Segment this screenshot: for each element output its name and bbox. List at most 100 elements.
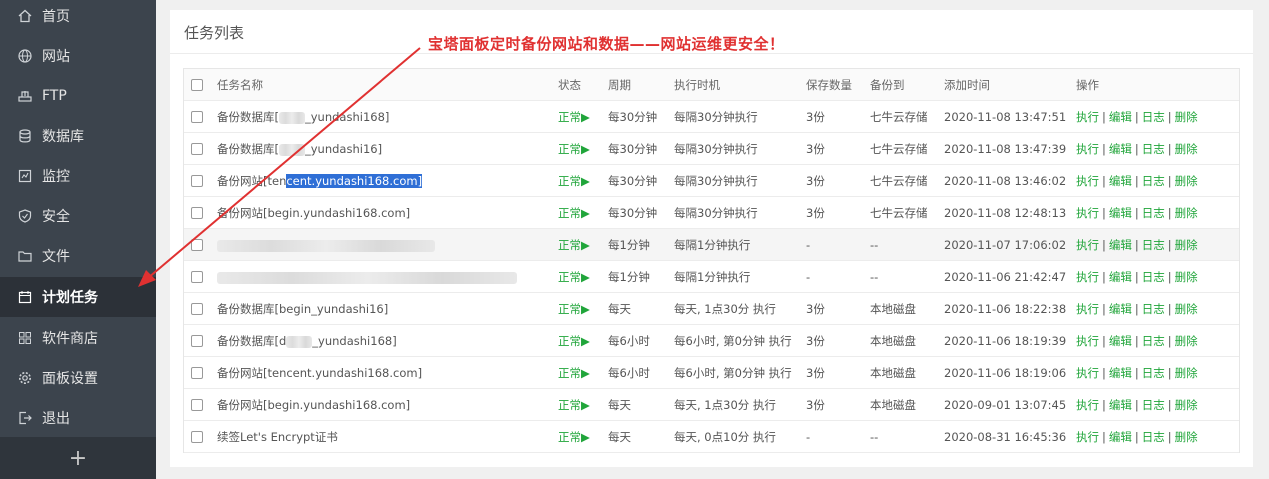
- delete-link[interactable]: 删除: [1175, 430, 1198, 444]
- delete-link[interactable]: 删除: [1175, 110, 1198, 124]
- log-link[interactable]: 日志: [1142, 110, 1165, 124]
- sidebar-item-home[interactable]: 首页: [0, 0, 156, 36]
- separator: |: [1102, 238, 1106, 252]
- task-status[interactable]: 正常▶: [558, 389, 604, 421]
- log-link[interactable]: 日志: [1142, 238, 1165, 252]
- task-status[interactable]: 正常▶: [558, 421, 604, 453]
- add-button[interactable]: +: [0, 437, 156, 479]
- table-row[interactable]: 备份网站[begin.yundashi168.com] 正常▶ 每天 每天, 1点30…: [184, 389, 1239, 421]
- task-cycle: 每天: [608, 302, 631, 316]
- log-link[interactable]: 日志: [1142, 366, 1165, 380]
- edit-link[interactable]: 编辑: [1109, 430, 1132, 444]
- separator: |: [1102, 334, 1106, 348]
- delete-link[interactable]: 删除: [1175, 238, 1198, 252]
- run-link[interactable]: 执行: [1076, 206, 1099, 220]
- table-row[interactable]: 备份数据库[_yundashi168] 正常▶ 每30分钟 每隔30分钟执行 3份 七牛云…: [184, 101, 1239, 133]
- log-link[interactable]: 日志: [1142, 206, 1165, 220]
- delete-link[interactable]: 删除: [1175, 174, 1198, 188]
- run-link[interactable]: 执行: [1076, 302, 1099, 316]
- sidebar-item-ftp[interactable]: FTP: [0, 76, 156, 116]
- row-checkbox[interactable]: [191, 431, 203, 443]
- table-row[interactable]: 正常▶ 每1分钟 每隔1分钟执行 - -- 2020-11-07 17:06:02 执行 | 编…: [184, 229, 1239, 261]
- table-row[interactable]: 备份数据库[_yundashi16] 正常▶ 每30分钟 每隔30分钟执行 3份 七牛云存…: [184, 133, 1239, 165]
- task-status[interactable]: 正常▶: [558, 261, 604, 293]
- task-status[interactable]: 正常▶: [558, 133, 604, 165]
- row-checkbox[interactable]: [191, 175, 203, 187]
- table-row[interactable]: 备份网站[tencent.yundashi168.com] 正常▶ 每30分钟 每隔3…: [184, 165, 1239, 197]
- task-status[interactable]: 正常▶: [558, 325, 604, 357]
- row-checkbox[interactable]: [191, 239, 203, 251]
- edit-link[interactable]: 编辑: [1109, 366, 1132, 380]
- sidebar-item-files[interactable]: 文件: [0, 236, 156, 276]
- select-all-checkbox[interactable]: [191, 79, 203, 91]
- delete-link[interactable]: 删除: [1175, 142, 1198, 156]
- task-status[interactable]: 正常▶: [558, 197, 604, 229]
- run-link[interactable]: 执行: [1076, 174, 1099, 188]
- task-table: 任务名称 状态 周期 执行时机 保存数量 备份到 添加时间 操作 备份数据库[_…: [183, 68, 1240, 453]
- task-status[interactable]: 正常▶: [558, 293, 604, 325]
- edit-link[interactable]: 编辑: [1109, 142, 1132, 156]
- task-status[interactable]: 正常▶: [558, 101, 604, 133]
- row-checkbox[interactable]: [191, 111, 203, 123]
- log-link[interactable]: 日志: [1142, 174, 1165, 188]
- sidebar-item-label: 首页: [42, 9, 70, 25]
- row-checkbox[interactable]: [191, 367, 203, 379]
- edit-link[interactable]: 编辑: [1109, 270, 1132, 284]
- sidebar-item-cron[interactable]: 计划任务: [0, 277, 156, 317]
- table-header: 任务名称 状态 周期 执行时机 保存数量 备份到 添加时间 操作: [184, 69, 1239, 101]
- separator: |: [1167, 334, 1172, 348]
- task-status[interactable]: 正常▶: [558, 357, 604, 389]
- row-checkbox[interactable]: [191, 303, 203, 315]
- delete-link[interactable]: 删除: [1175, 206, 1198, 220]
- run-link[interactable]: 执行: [1076, 430, 1099, 444]
- row-checkbox[interactable]: [191, 271, 203, 283]
- sidebar-item-database[interactable]: 数据库: [0, 116, 156, 156]
- delete-link[interactable]: 删除: [1175, 366, 1198, 380]
- delete-link[interactable]: 删除: [1175, 398, 1198, 412]
- log-link[interactable]: 日志: [1142, 430, 1165, 444]
- edit-link[interactable]: 编辑: [1109, 238, 1132, 252]
- sidebar-item-settings[interactable]: 面板设置: [0, 358, 156, 398]
- task-status[interactable]: 正常▶: [558, 165, 604, 197]
- edit-link[interactable]: 编辑: [1109, 302, 1132, 316]
- table-row[interactable]: 正常▶ 每1分钟 每隔1分钟执行 - -- 2020-11-06 21:42:47 执行 | 编…: [184, 261, 1239, 293]
- sidebar-item-logout[interactable]: 退出: [0, 398, 156, 438]
- edit-link[interactable]: 编辑: [1109, 110, 1132, 124]
- table-row[interactable]: 备份数据库[d _yundashi168] 正常▶ 每6小时 每6小时, 第0分钟 执行…: [184, 325, 1239, 357]
- table-row[interactable]: 备份数据库[begin_yundashi16] 正常▶ 每天 每天, 1点30分 执行…: [184, 293, 1239, 325]
- sidebar-item-website[interactable]: 网站: [0, 36, 156, 76]
- delete-link[interactable]: 删除: [1175, 302, 1198, 316]
- delete-link[interactable]: 删除: [1175, 334, 1198, 348]
- log-link[interactable]: 日志: [1142, 270, 1165, 284]
- sidebar-item-monitor[interactable]: 监控: [0, 156, 156, 196]
- row-checkbox[interactable]: [191, 143, 203, 155]
- table-row[interactable]: 备份网站[begin.yundashi168.com] 正常▶ 每30分钟 每隔30分…: [184, 197, 1239, 229]
- log-link[interactable]: 日志: [1142, 398, 1165, 412]
- table-row[interactable]: 续签Let's Encrypt证书 正常▶ 每天 每天, 0点10分 执行 - -- 202…: [184, 421, 1239, 453]
- sidebar-item-store[interactable]: 软件商店: [0, 318, 156, 358]
- sidebar-item-security[interactable]: 安全: [0, 196, 156, 236]
- edit-link[interactable]: 编辑: [1109, 334, 1132, 348]
- run-link[interactable]: 执行: [1076, 398, 1099, 412]
- run-link[interactable]: 执行: [1076, 334, 1099, 348]
- edit-link[interactable]: 编辑: [1109, 398, 1132, 412]
- run-link[interactable]: 执行: [1076, 110, 1099, 124]
- header-keep: 保存数量: [806, 78, 852, 92]
- log-link[interactable]: 日志: [1142, 302, 1165, 316]
- table-row[interactable]: 备份网站[tencent.yundashi168.com] 正常▶ 每6小时 每6小时…: [184, 357, 1239, 389]
- log-link[interactable]: 日志: [1142, 142, 1165, 156]
- row-checkbox[interactable]: [191, 207, 203, 219]
- log-link[interactable]: 日志: [1142, 334, 1165, 348]
- edit-link[interactable]: 编辑: [1109, 206, 1132, 220]
- task-status[interactable]: 正常▶: [558, 229, 604, 261]
- row-checkbox[interactable]: [191, 399, 203, 411]
- run-link[interactable]: 执行: [1076, 142, 1099, 156]
- run-link[interactable]: 执行: [1076, 238, 1099, 252]
- row-checkbox[interactable]: [191, 335, 203, 347]
- page-title: 任务列表: [184, 24, 245, 42]
- run-link[interactable]: 执行: [1076, 366, 1099, 380]
- edit-link[interactable]: 编辑: [1109, 174, 1132, 188]
- task-keep-count: 3份: [806, 302, 825, 316]
- delete-link[interactable]: 删除: [1175, 270, 1198, 284]
- run-link[interactable]: 执行: [1076, 270, 1099, 284]
